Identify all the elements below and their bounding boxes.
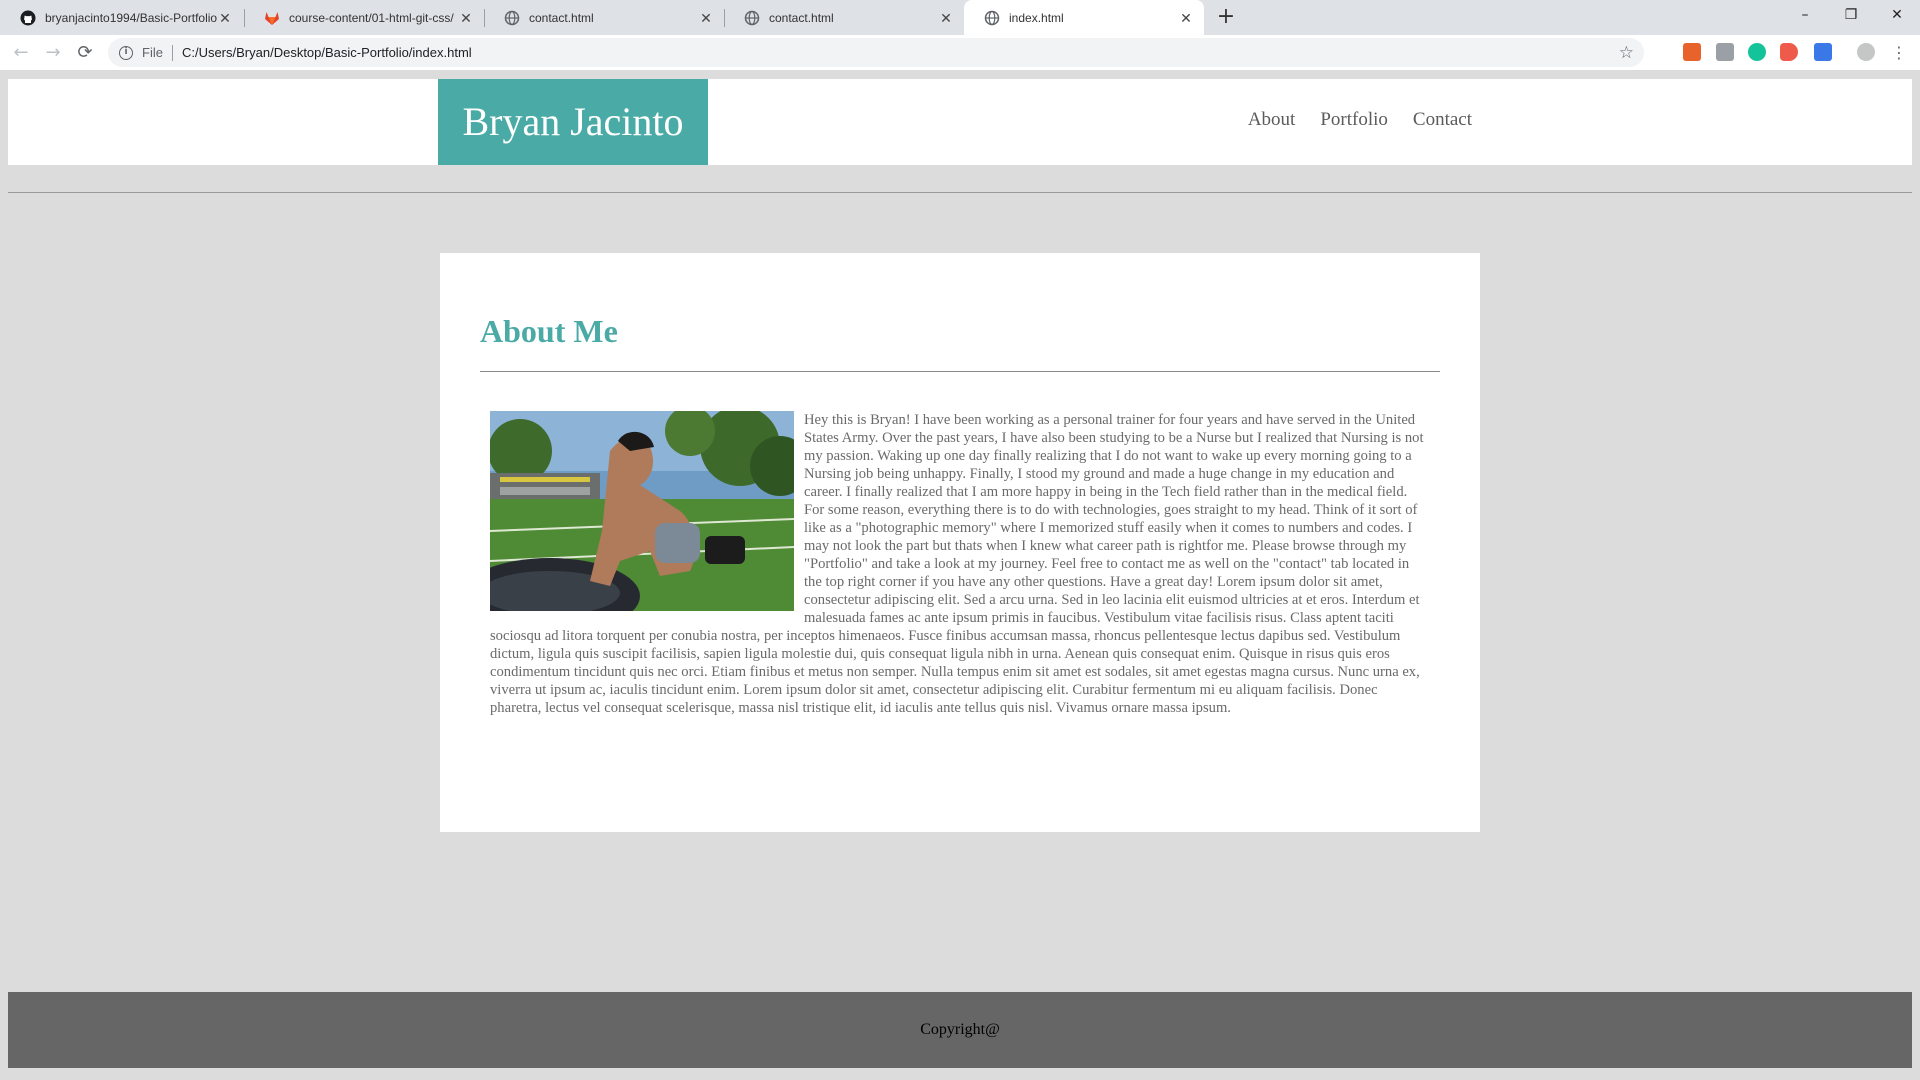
nav-link-portfolio[interactable]: Portfolio [1320,109,1388,131]
reload-icon[interactable]: ⟳ [72,40,98,66]
tab-title: index.html [1009,10,1064,25]
tab-title: bryanjacinto1994/Basic-Portfolio [45,10,217,25]
gitlab-icon [264,10,280,26]
scheme-divider [171,44,173,61]
scheme-label: File [142,45,163,60]
close-icon[interactable]: ✕ [217,10,233,26]
close-icon[interactable]: ✕ [458,10,474,26]
tab-contact-2[interactable]: contact.html ✕ [724,0,964,35]
tab-strip: bryanjacinto1994/Basic-Portfolio ✕ cours… [0,0,1920,35]
profile-avatar-icon[interactable] [1857,43,1875,61]
about-section: About Me Hey this is Bryan! I have been … [440,253,1480,832]
new-tab-button[interactable]: + [1212,4,1240,32]
browser-toolbar: ← → ⟳ i File C:/Users/Bryan/Desktop/Basi… [0,35,1920,70]
info-icon[interactable]: i [119,45,133,60]
site-nav: About Portfolio Contact [1248,109,1472,131]
back-arrow-icon[interactable]: ← [8,40,34,66]
url-text[interactable]: C:/Users/Bryan/Desktop/Basic-Portfolio/i… [182,45,472,60]
screencast-extension-icon[interactable] [1780,43,1798,61]
close-icon[interactable]: ✕ [698,10,714,26]
globe-icon [504,10,520,26]
site-header: Bryan Jacinto About Portfolio Contact [8,79,1912,165]
office-extension-icon[interactable] [1683,43,1701,61]
close-icon[interactable]: ✕ [938,10,954,26]
restore-button[interactable]: ❐ [1828,0,1874,32]
globe-icon [744,10,760,26]
address-bar[interactable]: i File C:/Users/Bryan/Desktop/Basic-Port… [108,38,1644,67]
close-icon[interactable]: ✕ [1178,10,1194,26]
close-window-button[interactable]: ✕ [1874,0,1920,32]
bookmark-star-icon[interactable]: ☆ [1619,43,1634,63]
nav-link-contact[interactable]: Contact [1413,109,1472,131]
globe-icon [984,10,1000,26]
tab-github[interactable]: bryanjacinto1994/Basic-Portfolio ✕ [0,0,243,35]
tab-index[interactable]: index.html ✕ [964,0,1204,35]
github-icon [20,10,36,26]
tab-gitlab[interactable]: course-content/01-html-git-css/ ✕ [244,0,484,35]
header-divider [8,192,1912,193]
brand-logo[interactable]: Bryan Jacinto [438,79,708,165]
section-title: About Me [480,313,618,349]
pdf-extension-icon[interactable] [1716,43,1734,61]
tab-contact-1[interactable]: contact.html ✕ [484,0,724,35]
grammarly-extension-icon[interactable] [1748,43,1766,61]
profile-photo [490,411,794,611]
minimize-button[interactable]: – [1782,0,1828,32]
forward-arrow-icon[interactable]: → [40,40,66,66]
eyedropper-extension-icon[interactable] [1814,43,1832,61]
tab-title: contact.html [529,10,594,25]
copyright-text: Copyright@ [920,1021,1000,1038]
about-text-block: Hey this is Bryan! I have been working a… [490,411,1430,717]
tab-title: course-content/01-html-git-css/ [289,10,454,25]
site-footer: Copyright@ [8,992,1912,1068]
tab-title: contact.html [769,10,834,25]
menu-kebab-icon[interactable]: ⋮ [1886,40,1912,66]
nav-link-about[interactable]: About [1248,109,1296,131]
section-divider [480,371,1440,372]
